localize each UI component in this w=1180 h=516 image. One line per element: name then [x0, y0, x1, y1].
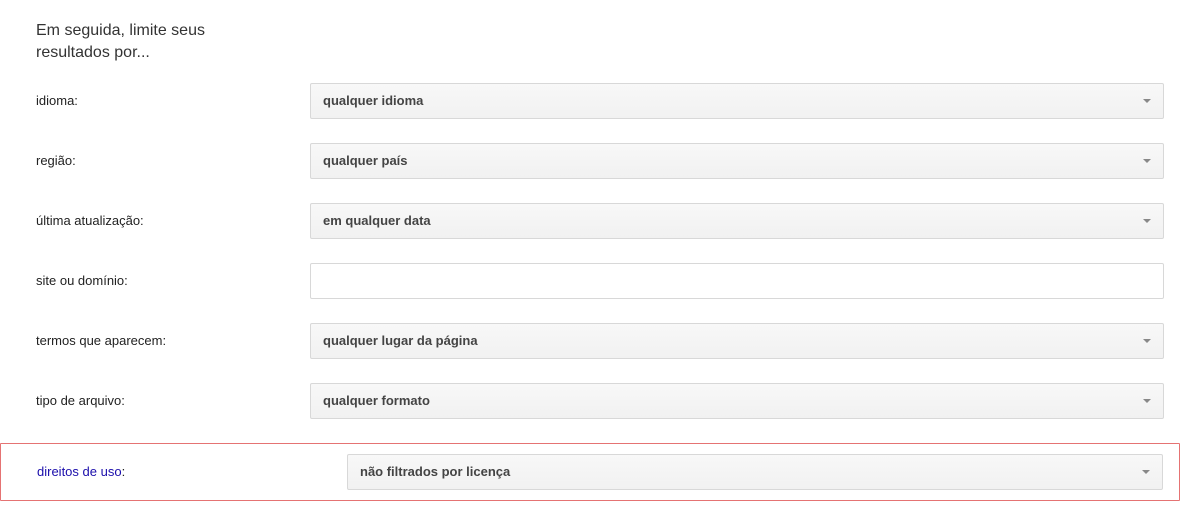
dropdown-usage-rights[interactable]: não filtrados por licença — [347, 454, 1163, 490]
chevron-down-icon — [1142, 470, 1150, 474]
dropdown-last-update[interactable]: em qualquer data — [310, 203, 1164, 239]
dropdown-last-update-value: em qualquer data — [323, 213, 431, 228]
dropdown-region[interactable]: qualquer país — [310, 143, 1164, 179]
row-terms-appear: termos que aparecem: qualquer lugar da p… — [36, 323, 1164, 359]
label-language: idioma: — [36, 93, 310, 108]
chevron-down-icon — [1143, 99, 1151, 103]
row-usage-rights-highlighted: direitos de uso: não filtrados por licen… — [0, 443, 1180, 501]
chevron-down-icon — [1143, 159, 1151, 163]
usage-rights-link[interactable]: direitos de uso — [37, 464, 122, 479]
usage-rights-colon: : — [122, 464, 126, 479]
row-last-update: última atualização: em qualquer data — [36, 203, 1164, 239]
dropdown-file-type[interactable]: qualquer formato — [310, 383, 1164, 419]
input-site-domain[interactable] — [310, 263, 1164, 299]
label-terms-appear: termos que aparecem: — [36, 333, 310, 348]
row-site-domain: site ou domínio: — [36, 263, 1164, 299]
row-language: idioma: qualquer idioma — [36, 83, 1164, 119]
label-last-update: última atualização: — [36, 213, 310, 228]
dropdown-usage-rights-value: não filtrados por licença — [360, 464, 510, 479]
chevron-down-icon — [1143, 339, 1151, 343]
dropdown-file-type-value: qualquer formato — [323, 393, 430, 408]
chevron-down-icon — [1143, 399, 1151, 403]
label-site-domain: site ou domínio: — [36, 273, 310, 288]
label-region: região: — [36, 153, 310, 168]
chevron-down-icon — [1143, 219, 1151, 223]
row-region: região: qualquer país — [36, 143, 1164, 179]
label-usage-rights: direitos de uso: — [37, 464, 347, 479]
row-file-type: tipo de arquivo: qualquer formato — [36, 383, 1164, 419]
label-file-type: tipo de arquivo: — [36, 393, 310, 408]
dropdown-language-value: qualquer idioma — [323, 93, 423, 108]
section-title: Em seguida, limite seus resultados por..… — [36, 20, 276, 65]
dropdown-region-value: qualquer país — [323, 153, 408, 168]
dropdown-terms-appear[interactable]: qualquer lugar da página — [310, 323, 1164, 359]
dropdown-language[interactable]: qualquer idioma — [310, 83, 1164, 119]
narrow-results-section: Em seguida, limite seus resultados por..… — [0, 20, 1180, 501]
dropdown-terms-appear-value: qualquer lugar da página — [323, 333, 478, 348]
